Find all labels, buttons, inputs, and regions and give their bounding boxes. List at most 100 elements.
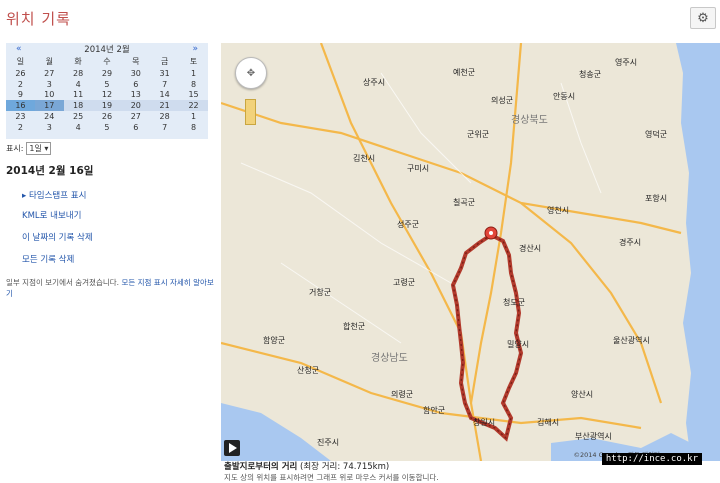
zoom-select[interactable]: 1일 ▾ [26,142,52,155]
city-label: 부산광역시 [575,432,612,441]
gear-icon: ⚙ [697,10,709,26]
weekday-header: 금 [160,57,169,66]
calendar-day[interactable]: 18 [63,100,93,112]
city-label: 구미시 [407,164,430,173]
calendar-day[interactable]: 26 [6,68,35,79]
calendar-day[interactable]: 25 [64,111,93,122]
calendar-day[interactable]: 27 [35,68,64,79]
city-label: 의성군 [491,96,514,105]
calendar-day[interactable]: 3 [35,79,64,90]
calendar-day[interactable]: 7 [150,122,179,133]
calendar-day[interactable]: 24 [35,111,64,122]
calendar-day[interactable]: 9 [6,90,35,101]
weekday-header: 일 [16,57,25,66]
settings-button[interactable]: ⚙ [690,7,716,29]
calendar-day[interactable]: 20 [121,100,151,112]
calendar-day[interactable]: 28 [150,111,179,122]
city-label: 성주군 [397,220,420,229]
calendar-day[interactable]: 28 [64,68,93,79]
calendar-day[interactable]: 21 [150,100,180,112]
region-label: 경상남도 [371,353,408,364]
calendar-grid: 일월화수목금토 26 27 28 29 30 31 1 2 3 4 5 6 7 8 9 10 11 12 13 14 1… [6,55,208,133]
distance-label: 출발지로부터의 거리 [224,462,298,472]
calendar-month-label: 2014년 2월 [84,45,130,55]
city-label: 함안군 [423,406,446,415]
city-label: 진주시 [317,438,340,447]
city-label: 안동시 [553,92,576,101]
show-timestamps-link[interactable]: ▸ 타임스탬프 표시 [22,189,86,201]
distance-value: (최장 거리: 74.715km) [300,462,390,472]
city-label: 영덕군 [645,130,668,139]
calendar-day[interactable]: 2 [6,79,35,90]
city-label: 청송군 [579,70,602,79]
city-label: 양산시 [571,390,594,399]
calendar-day[interactable]: 31 [150,68,179,79]
calendar-day[interactable]: 3 [35,122,64,133]
next-month-button[interactable]: » [192,44,198,54]
calendar-day[interactable]: 16 [6,100,35,112]
watermark: http://ince.co.kr [601,453,702,465]
city-label: 산청군 [297,366,320,375]
calendar-day[interactable]: 22 [179,100,208,112]
calendar-day[interactable]: 4 [64,122,93,133]
city-label: 군위군 [467,130,490,139]
city-label: 경산시 [519,244,542,253]
calendar-day[interactable]: 26 [93,111,122,122]
delete-all-link[interactable]: 모든 기록 삭제 [22,253,74,265]
city-label: 김천시 [353,154,376,163]
hidden-points-note: 일부 지점이 보기에서 숨겨졌습니다. 모든 지점 표시 자세히 알아보기 [6,277,214,299]
city-label: 상주시 [363,78,386,87]
city-label: 고령군 [393,278,416,287]
pan-control[interactable]: ✥ [235,57,267,89]
zoom-pegman[interactable] [245,99,256,125]
city-label: 함양군 [263,336,286,345]
city-label: 경주시 [619,238,642,247]
calendar-day[interactable]: 5 [93,79,122,90]
page-title: 위치 기록 [6,10,71,28]
city-label: 김해시 [537,418,560,427]
calendar-day[interactable]: 6 [121,79,150,90]
weekday-header: 토 [189,57,198,66]
calendar-day[interactable]: 11 [64,90,93,101]
calendar-day[interactable]: 1 [179,68,208,79]
calendar-day[interactable]: 29 [93,68,122,79]
calendar-day[interactable]: 15 [179,90,208,101]
export-kml-link[interactable]: KML로 내보내기 [22,209,81,221]
calendar-day[interactable]: 17 [34,100,64,112]
calendar-day[interactable]: 12 [93,90,122,101]
note-text: 일부 지점이 보기에서 숨겨졌습니다. [6,278,120,287]
city-label: 밀양시 [507,340,530,349]
city-label: 영주시 [615,58,638,67]
calendar-day[interactable]: 19 [92,100,122,112]
calendar-day[interactable]: 10 [35,90,64,101]
distance-caption: 출발지로부터의 거리 (최장 거리: 74.715km) [224,460,389,472]
map-view[interactable]: ✥ 경상북도 경상남도 상주시 영주시 예천군 안동시 의성군 구미시 김천시 … [221,43,720,461]
calendar-day[interactable]: 7 [150,79,179,90]
calendar-day[interactable]: 30 [121,68,150,79]
calendar-day[interactable]: 23 [6,111,35,122]
calendar-day[interactable]: 4 [64,79,93,90]
calendar-day[interactable]: 27 [121,111,150,122]
delete-day-link[interactable]: 이 날짜의 기록 삭제 [22,231,93,243]
city-label: 합천군 [343,322,366,331]
calendar-day[interactable]: 5 [93,122,122,133]
city-label: 창원시 [473,418,496,427]
city-label: 포항시 [645,194,668,203]
calendar-day[interactable]: 13 [121,90,150,101]
calendar-day[interactable]: 2 [6,122,35,133]
calendar-day[interactable]: 8 [179,79,208,90]
prev-month-button[interactable]: « [16,44,22,54]
calendar-day[interactable]: 14 [150,90,179,101]
city-label: 영천시 [547,206,570,215]
play-button[interactable] [224,440,240,456]
weekday-header: 화 [74,57,82,66]
zoom-control: 표시: 1일 ▾ [6,142,52,155]
city-label: 의령군 [391,390,414,399]
weekday-header: 수 [103,57,111,66]
selected-date-title: 2014년 2월 16일 [6,165,94,177]
city-label: 칠곡군 [453,198,476,207]
city-label: 울산광역시 [613,336,650,345]
calendar-day[interactable]: 8 [179,122,208,133]
calendar-day[interactable]: 1 [179,111,208,122]
calendar-day[interactable]: 6 [121,122,150,133]
